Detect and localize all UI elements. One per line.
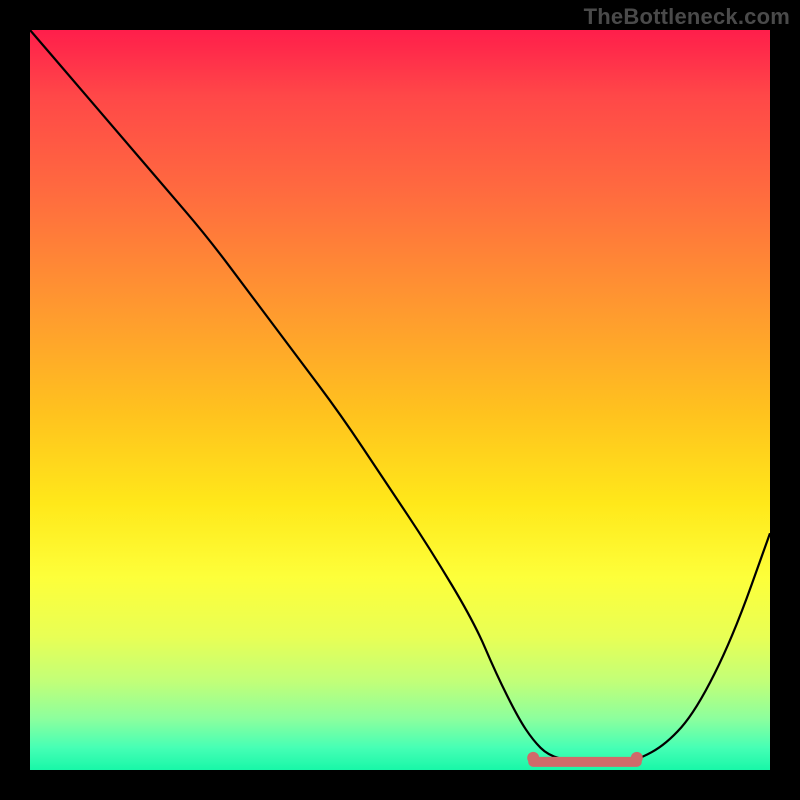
- bottleneck-curve: [30, 30, 770, 763]
- plot-area: [30, 30, 770, 770]
- optimal-zone-start-dot: [527, 752, 539, 764]
- chart-frame: TheBottleneck.com: [0, 0, 800, 800]
- bottleneck-curve-svg: [30, 30, 770, 770]
- optimal-zone-end-dot: [631, 752, 643, 764]
- watermark-text: TheBottleneck.com: [584, 4, 790, 30]
